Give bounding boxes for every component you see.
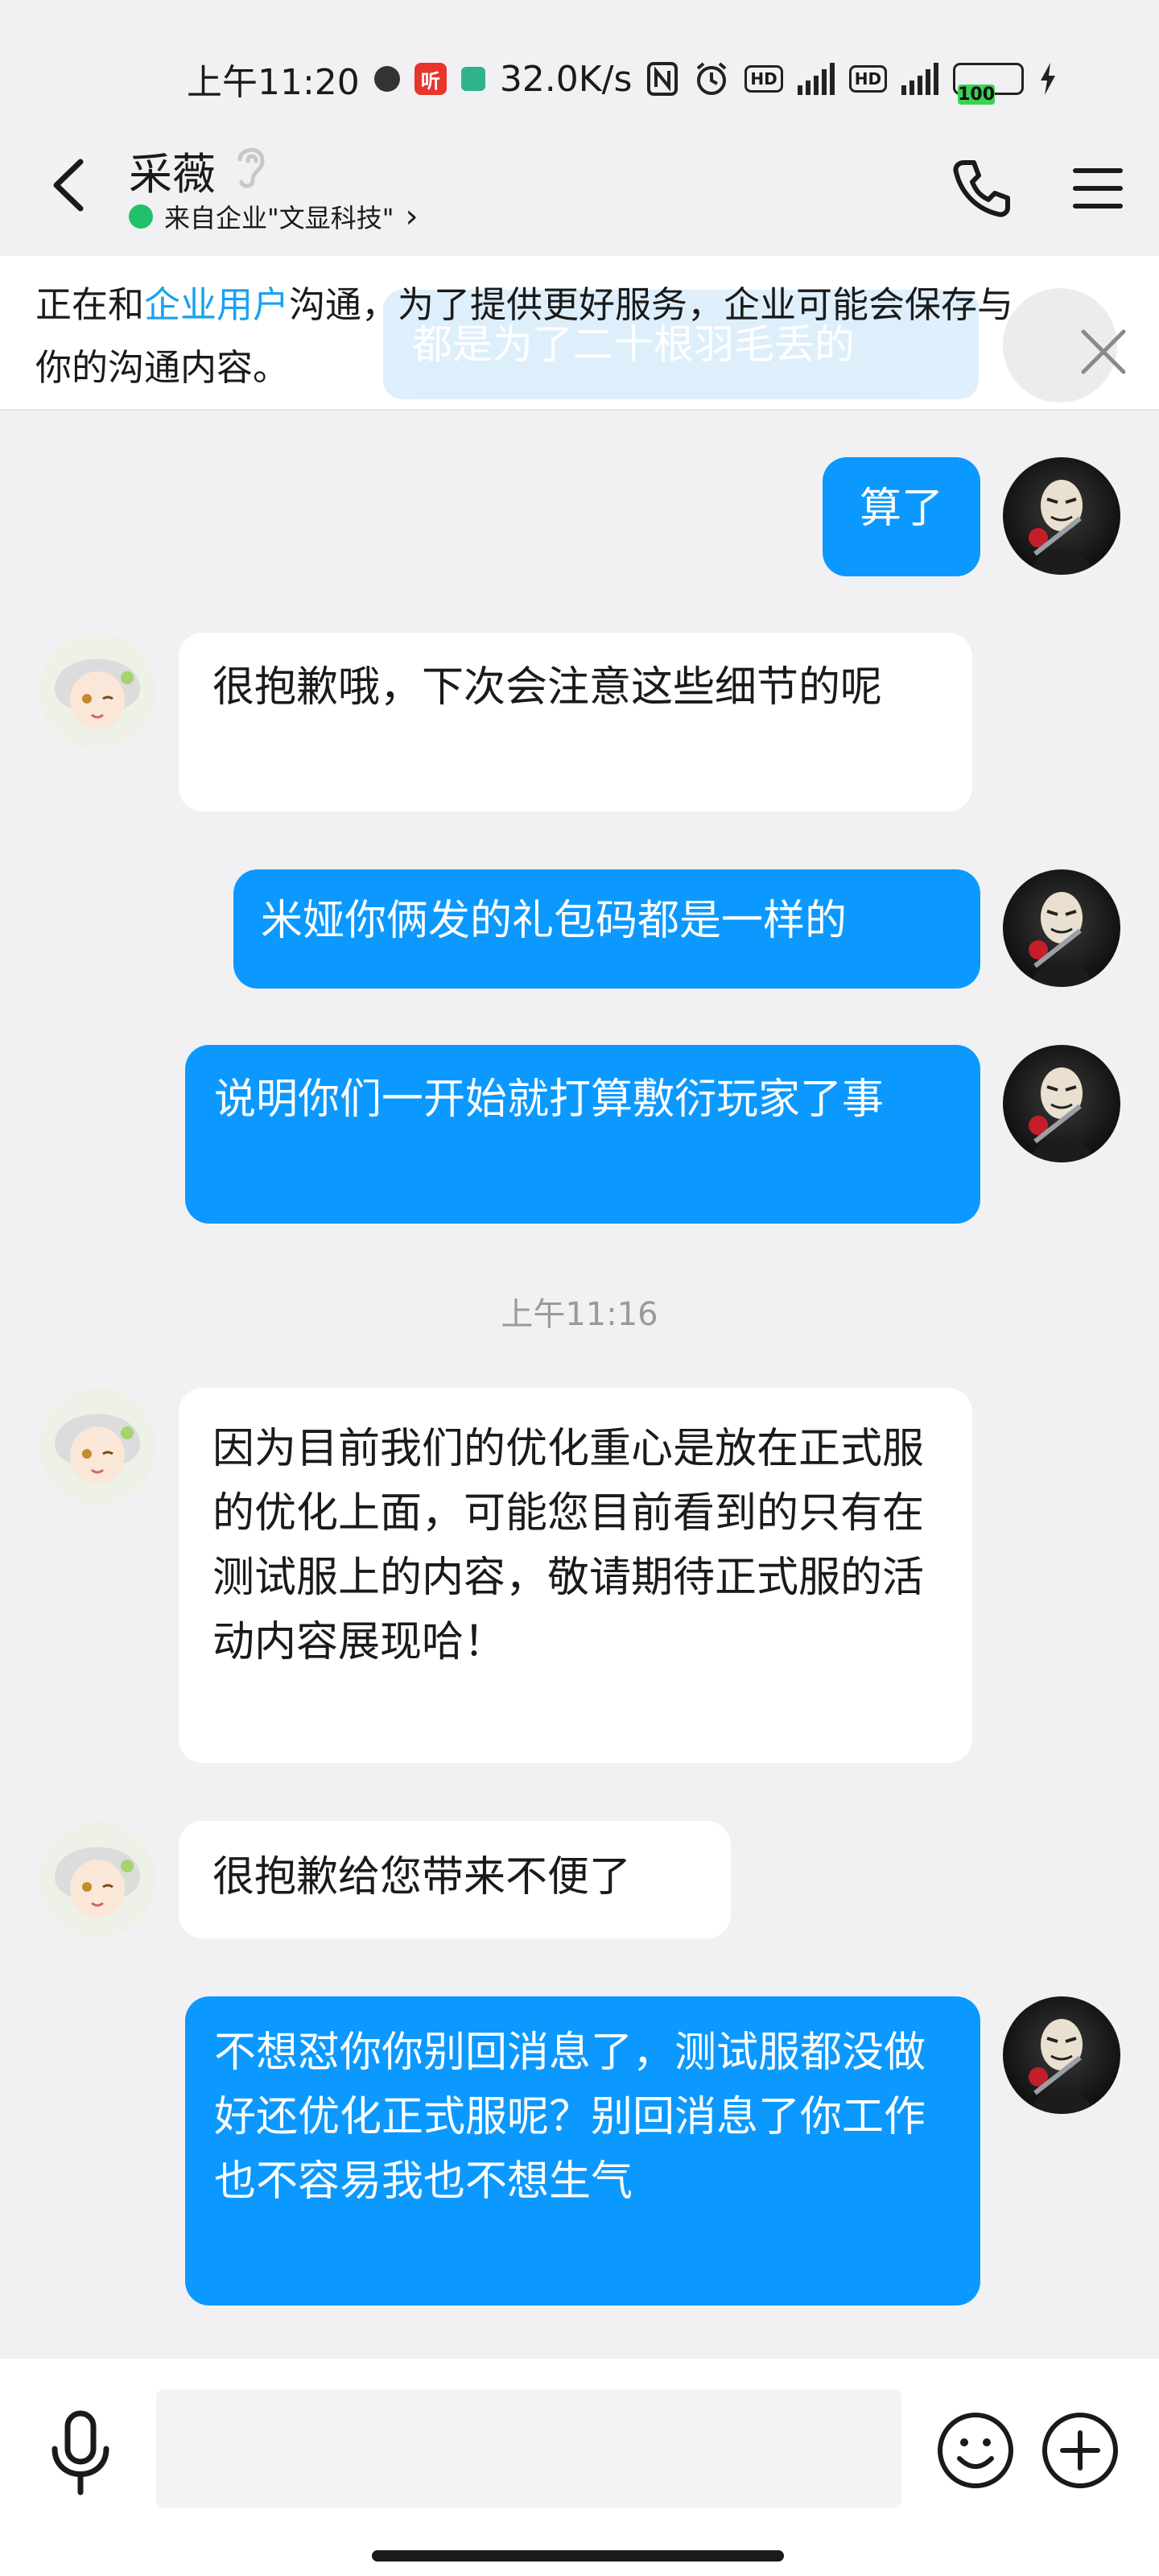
agent-avatar[interactable]	[39, 1821, 156, 1938]
battery-icon: 100	[953, 63, 1025, 105]
incoming-message[interactable]: 很抱歉哦，下次会注意这些细节的呢	[179, 633, 972, 811]
more-options-button[interactable]	[1038, 2409, 1122, 2492]
signal-icon-2	[901, 63, 939, 95]
my-avatar[interactable]	[1003, 1045, 1120, 1162]
agent-avatar[interactable]	[39, 1388, 156, 1505]
signal-icon	[797, 63, 835, 95]
voice-input-button[interactable]	[42, 2409, 119, 2497]
hd-icon: HD	[744, 65, 783, 93]
hd-icon-2: HD	[848, 65, 888, 93]
phone-call-button[interactable]	[950, 156, 1014, 221]
agent-avatar[interactable]	[39, 633, 156, 750]
battery-level: 100	[958, 85, 996, 105]
microphone-icon	[52, 2410, 109, 2496]
phone-icon	[953, 160, 1010, 217]
notice-text: 正在和企业用户沟通，为了提供更好服务，企业可能会保存与你的沟通内容。	[35, 274, 1050, 399]
enterprise-user-link[interactable]: 企业用户	[144, 283, 289, 326]
company-link[interactable]: 来自企业"文显科技" ›	[129, 198, 418, 235]
close-icon	[1081, 329, 1126, 374]
chat-header: 采薇 来自企业"文显科技" ›	[0, 137, 1159, 250]
hamburger-menu-icon	[1073, 168, 1123, 208]
back-button[interactable]	[35, 153, 100, 217]
outgoing-message[interactable]: 米娅你俩发的礼包码都是一样的	[233, 869, 980, 989]
privacy-notice-banner: 都是为了二十根羽毛丢的 正在和企业用户沟通，为了提供更好服务，企业可能会保存与你…	[0, 256, 1159, 411]
green-app-icon	[460, 67, 485, 91]
company-label: 来自企业"文显科技"	[164, 203, 394, 233]
incoming-message[interactable]: 很抱歉给您带来不便了	[179, 1821, 731, 1938]
close-notice-button[interactable]	[1067, 316, 1140, 388]
message-timestamp: 上午11:16	[501, 1296, 658, 1333]
status-bar: 上午11:20 听 32.0K/s HD HD 100	[0, 0, 1159, 153]
emoji-button[interactable]	[934, 2409, 1017, 2492]
my-avatar[interactable]	[1003, 457, 1120, 575]
notice-prefix: 正在和	[35, 283, 145, 326]
online-status-dot	[129, 204, 153, 229]
status-time: 上午11:20	[187, 62, 360, 103]
outgoing-message[interactable]: 不想怼你你别回消息了，测试服都没做好还优化正式服呢？别回消息了你工作也不容易我也…	[185, 1996, 980, 2306]
chevron-right-icon: ›	[405, 198, 419, 235]
alarm-icon	[693, 61, 730, 97]
incoming-message[interactable]: 因为目前我们的优化重心是放在正式服的优化上面，可能您目前看到的只有在测试服上的内…	[179, 1388, 972, 1763]
nfc-icon	[646, 61, 678, 97]
plus-icon	[1042, 2413, 1118, 2488]
outgoing-message[interactable]: 说明你们一开始就打算敷衍玩家了事	[185, 1045, 980, 1224]
home-indicator[interactable]	[372, 2550, 784, 2562]
contact-name[interactable]: 采薇	[129, 138, 216, 202]
clock-app-icon	[373, 66, 400, 92]
my-avatar[interactable]	[1003, 1996, 1120, 2114]
charging-icon	[1038, 61, 1058, 97]
chevron-left-icon	[53, 159, 84, 212]
chat-input-bar	[0, 2359, 1159, 2576]
outgoing-message[interactable]: 算了	[823, 457, 980, 576]
smiley-icon	[938, 2413, 1013, 2488]
listen-app-icon: 听	[414, 63, 447, 95]
menu-button[interactable]	[1066, 156, 1130, 221]
my-avatar[interactable]	[1003, 869, 1120, 987]
network-speed: 32.0K/s	[499, 58, 633, 100]
message-input[interactable]	[156, 2389, 901, 2508]
ear-icon	[233, 142, 269, 193]
